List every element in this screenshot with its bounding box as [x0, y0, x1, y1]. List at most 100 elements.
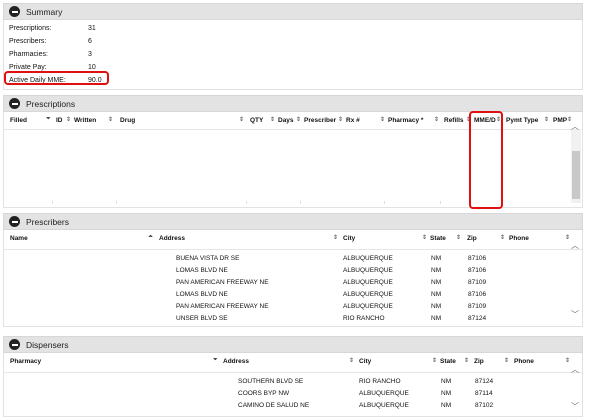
sort-desc-icon[interactable]: ⏷ — [46, 116, 51, 123]
dispensers-header[interactable]: Dispensers — [3, 336, 583, 353]
col-qty[interactable]: QTY — [250, 117, 263, 124]
col-address[interactable]: Address — [159, 235, 185, 242]
prescriptions-title: Prescriptions — [26, 98, 76, 109]
col-id[interactable]: ID — [56, 117, 63, 124]
dispenser-city: RIO RANCHO — [359, 378, 401, 385]
dispensers-panel: Dispensers Pharmacy ⏷ Address ⇕ City ⇕ S… — [3, 336, 583, 417]
summary-value: 10 — [88, 64, 96, 71]
sort-arrows-icon[interactable]: ⇕ — [108, 116, 113, 123]
chevron-down-icon[interactable]: ﹀ — [571, 401, 579, 412]
col-phone[interactable]: Phone — [509, 235, 529, 242]
sort-arrows-icon[interactable]: ⇕ — [432, 357, 437, 364]
summary-value: 31 — [88, 25, 96, 32]
column-divider — [384, 201, 385, 204]
prescriber-city: ALBUQUERQUE — [343, 303, 393, 310]
prescriber-zip: 87106 — [468, 255, 487, 262]
sort-arrows-icon[interactable]: ⇕ — [565, 234, 570, 241]
dispenser-city: ALBUQUERQUE — [359, 402, 409, 409]
col-pharmacy[interactable]: Pharmacy — [10, 358, 41, 365]
prescriber-city: ALBUQUERQUE — [343, 291, 393, 298]
prescriber-zip: 87109 — [468, 279, 487, 286]
summary-value: 3 — [88, 51, 92, 58]
prescriber-zip: 87106 — [468, 291, 487, 298]
prescribers-title: Prescribers — [26, 216, 69, 227]
col-state[interactable]: State — [430, 235, 446, 242]
sort-arrows-icon[interactable]: ⇕ — [296, 116, 301, 123]
sort-asc-icon[interactable]: ⏶ — [148, 234, 153, 241]
col-phone[interactable]: Phone — [514, 358, 534, 365]
col-rx[interactable]: Rx # — [346, 117, 360, 124]
prescriber-state: NM — [431, 255, 442, 262]
collapse-minus-icon[interactable] — [9, 98, 20, 109]
collapse-minus-icon[interactable] — [9, 339, 20, 350]
prescriber-city: ALBUQUERQUE — [343, 279, 393, 286]
prescriptions-header[interactable]: Prescriptions — [3, 95, 583, 112]
col-pymt-type[interactable]: Pymt Type — [506, 117, 538, 124]
col-pharmacy[interactable]: Pharmacy * — [388, 117, 423, 124]
scrollbar-thumb[interactable] — [572, 151, 580, 199]
chevron-up-icon[interactable]: ︿ — [571, 121, 579, 132]
col-pmp[interactable]: PMP — [553, 117, 567, 124]
col-state[interactable]: State — [440, 358, 456, 365]
prescriber-address: BUENA VISTA DR SE — [176, 255, 240, 262]
sort-arrows-icon[interactable]: ⇕ — [504, 357, 509, 364]
summary-header[interactable]: Summary — [3, 3, 583, 20]
sort-arrows-icon[interactable]: ⇕ — [464, 357, 469, 364]
summary-label: Prescribers: — [9, 38, 47, 45]
col-city[interactable]: City — [343, 235, 355, 242]
prescriptions-scrollbar[interactable] — [571, 129, 581, 203]
col-days[interactable]: Days — [278, 117, 294, 124]
col-drug[interactable]: Drug — [120, 117, 135, 124]
prescriber-state: NM — [431, 315, 442, 322]
sort-desc-icon[interactable]: ⏷ — [213, 357, 218, 364]
sort-arrows-icon[interactable]: ⇕ — [380, 116, 385, 123]
chevron-up-icon[interactable]: ︿ — [571, 364, 579, 375]
prescriber-state: NM — [431, 303, 442, 310]
column-divider — [246, 201, 247, 204]
prescribers-header[interactable]: Prescribers — [3, 213, 583, 230]
dispenser-address: SOUTHERN BLVD SE — [238, 378, 304, 385]
prescriber-city: ALBUQUERQUE — [343, 255, 393, 262]
summary-body: Prescriptions: 31 Prescribers: 6 Pharmac… — [3, 20, 583, 90]
collapse-minus-icon[interactable] — [9, 216, 20, 227]
sort-arrows-icon[interactable]: ⇕ — [565, 357, 570, 364]
col-prescriber[interactable]: Prescriber — [304, 117, 336, 124]
col-zip[interactable]: Zip — [474, 358, 484, 365]
col-zip[interactable]: Zip — [467, 235, 477, 242]
sort-arrows-icon[interactable]: ⇕ — [434, 116, 439, 123]
col-name[interactable]: Name — [10, 235, 28, 242]
col-written[interactable]: Written — [74, 117, 96, 124]
col-address[interactable]: Address — [223, 358, 249, 365]
col-city[interactable]: City — [359, 358, 371, 365]
chevron-up-icon[interactable]: ︿ — [571, 240, 579, 251]
sort-arrows-icon[interactable]: ⇕ — [333, 234, 338, 241]
column-divider — [300, 201, 301, 204]
chevron-down-icon[interactable]: ﹀ — [571, 309, 579, 320]
summary-title: Summary — [26, 6, 63, 17]
prescriber-address: PAN AMERICAN FREEWAY NE — [176, 279, 269, 286]
sort-arrows-icon[interactable]: ⇕ — [66, 116, 71, 123]
sort-arrows-icon[interactable]: ⇕ — [500, 234, 505, 241]
prescriber-city: ALBUQUERQUE — [343, 267, 393, 274]
sort-arrows-icon[interactable]: ⇕ — [338, 116, 343, 123]
mme-highlight-box — [4, 71, 109, 85]
column-divider — [116, 201, 117, 204]
sort-arrows-icon[interactable]: ⇕ — [349, 357, 354, 364]
sort-arrows-icon[interactable]: ⇕ — [544, 116, 549, 123]
sort-arrows-icon[interactable]: ⇕ — [456, 234, 461, 241]
col-refills[interactable]: Refills — [444, 117, 464, 124]
mme-column-highlight-box — [469, 111, 503, 209]
sort-arrows-icon[interactable]: ⇕ — [422, 234, 427, 241]
dispenser-address: CAMINO DE SALUD NE — [238, 402, 310, 409]
sort-arrows-icon[interactable]: ⇕ — [239, 116, 244, 123]
collapse-minus-icon[interactable] — [9, 6, 20, 17]
prescribers-table: Name ⏶ Address ⇕ City ⇕ State ⇕ Zip ⇕ Ph… — [3, 230, 583, 327]
prescriber-city: RIO RANCHO — [343, 315, 385, 322]
col-filled[interactable]: Filled — [10, 117, 27, 124]
dispensers-table: Pharmacy ⏷ Address ⇕ City ⇕ State ⇕ Zip … — [3, 353, 583, 417]
column-divider — [52, 201, 53, 204]
dispenser-state: NM — [441, 390, 452, 397]
prescriber-state: NM — [431, 279, 442, 286]
prescriber-state: NM — [431, 267, 442, 274]
sort-arrows-icon[interactable]: ⇕ — [270, 116, 275, 123]
